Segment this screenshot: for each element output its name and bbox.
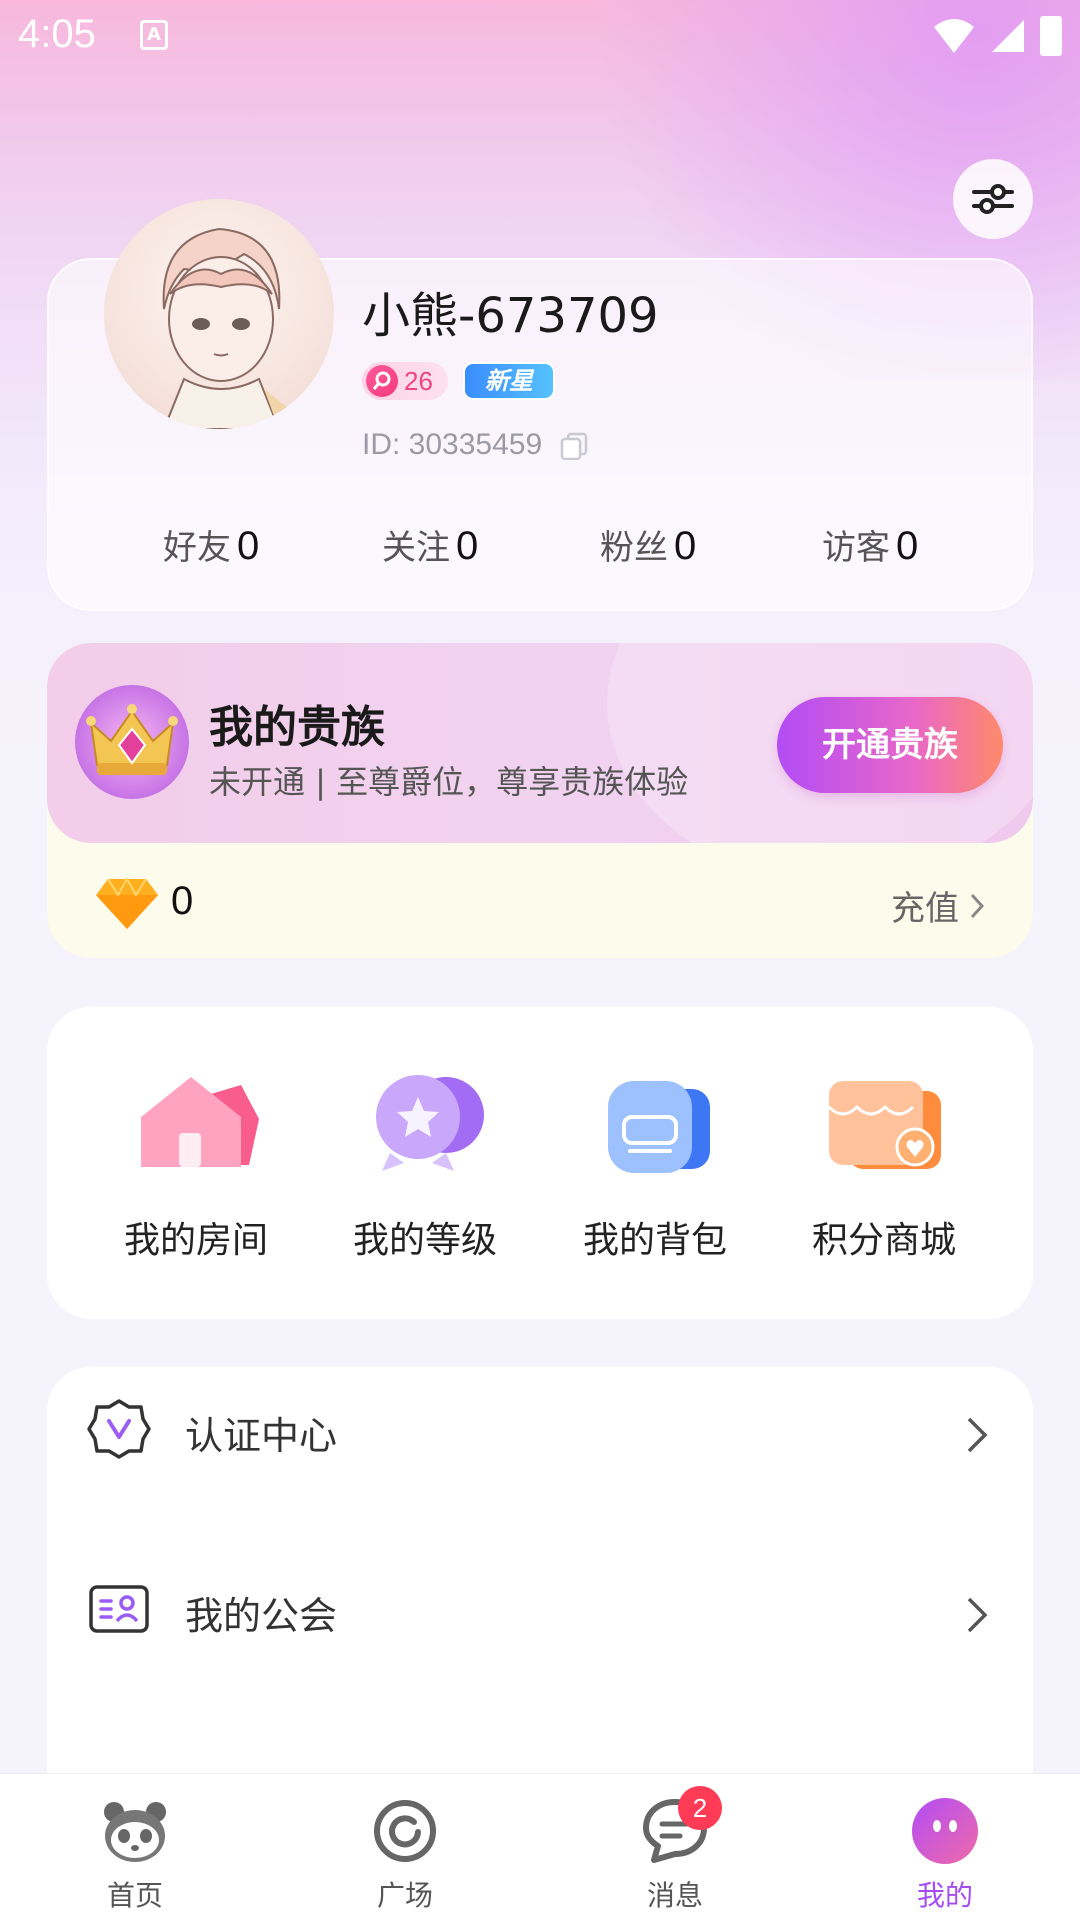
new-star-badge: 新星 — [463, 362, 555, 400]
stat-value: 0 — [237, 524, 260, 568]
tab-label: 消息 — [646, 1879, 703, 1912]
feature-label: 积分商城 — [811, 1220, 956, 1261]
signal-icon — [992, 20, 1024, 52]
wifi-icon — [934, 19, 974, 53]
status-icons — [932, 16, 1062, 56]
chevron-right-icon — [967, 1597, 988, 1633]
feature-label: 我的背包 — [582, 1220, 727, 1261]
avatar[interactable] — [104, 199, 334, 429]
battery-icon — [1040, 16, 1062, 56]
tab-home[interactable]: 首页 — [75, 1796, 195, 1914]
level-badge: 26 — [362, 362, 448, 400]
stat-label: 关注 — [382, 528, 450, 568]
noble-title: 我的贵族 — [209, 702, 385, 753]
verify-icon — [87, 1399, 151, 1459]
level-icon — [376, 1075, 484, 1171]
stat-friends[interactable]: 好友 0 — [163, 520, 259, 569]
tab-label: 广场 — [376, 1879, 433, 1912]
unread-badge: 2 — [678, 1786, 722, 1830]
message-icon: 2 — [640, 1786, 722, 1866]
tab-messages[interactable]: 2 消息 — [615, 1786, 735, 1914]
noble-subtitle: 未开通 | 至尊爵位，尊享贵族体验 — [209, 763, 689, 801]
stat-visitors[interactable]: 访客 0 — [822, 520, 918, 569]
tab-mine[interactable]: 我的 — [885, 1796, 1005, 1914]
level-search-icon — [366, 365, 398, 397]
username: 小熊-673709 — [362, 288, 659, 344]
level-number: 26 — [404, 365, 433, 396]
guild-icon — [89, 1585, 149, 1633]
panda-home-icon — [100, 1796, 170, 1866]
mine-icon — [910, 1796, 980, 1866]
stat-value: 0 — [674, 524, 697, 568]
diamond-count: 0 — [171, 879, 194, 923]
menu-label: 我的公会 — [185, 1594, 338, 1638]
feature-label: 我的房间 — [123, 1220, 268, 1261]
chevron-right-icon — [967, 1417, 988, 1453]
square-icon — [370, 1796, 440, 1866]
stats-row: 好友 0 关注 0 粉丝 0 访客 0 — [47, 520, 1033, 580]
shop-icon — [827, 1081, 941, 1169]
stat-label: 好友 — [163, 528, 231, 568]
feature-my-room[interactable]: 我的房间 — [96, 1067, 296, 1263]
stat-fans[interactable]: 粉丝 0 — [600, 520, 696, 569]
status-bar: 4:05 A — [0, 0, 1080, 72]
avatar-image — [162, 227, 314, 429]
tab-square[interactable]: 广场 — [345, 1796, 465, 1914]
feature-points-mall[interactable]: 积分商城 — [784, 1067, 984, 1263]
recharge-label: 充值 — [891, 889, 959, 929]
stat-value: 0 — [456, 524, 479, 568]
sliders-icon — [972, 184, 1014, 214]
user-id: ID: 30335459 — [362, 428, 543, 461]
notification-a-icon: A — [140, 20, 168, 50]
chevron-right-icon — [970, 893, 985, 918]
room-icon — [141, 1077, 259, 1167]
noble-banner[interactable]: 我的贵族 未开通 | 至尊爵位，尊享贵族体验 开通贵族 — [47, 643, 1033, 843]
bottom-tab-bar: 首页 广场 2 消息 我的 — [0, 1773, 1080, 1920]
crown-icon — [75, 685, 189, 799]
status-time: 4:05 — [18, 12, 96, 56]
recharge-link[interactable]: 充值 — [891, 881, 985, 930]
menu-item-verification[interactable]: 认证中心 — [47, 1367, 1033, 1487]
features-card: 我的房间 我的等级 我的背包 积分商城 — [47, 1007, 1033, 1319]
stat-following[interactable]: 关注 0 — [382, 520, 478, 569]
settings-button[interactable] — [953, 159, 1033, 239]
noble-card: 我的贵族 未开通 | 至尊爵位，尊享贵族体验 开通贵族 0 充值 — [47, 643, 1033, 958]
stat-value: 0 — [896, 524, 919, 568]
stat-label: 粉丝 — [600, 528, 668, 568]
feature-my-backpack[interactable]: 我的背包 — [555, 1067, 755, 1263]
tab-label: 首页 — [106, 1879, 163, 1912]
stat-label: 访客 — [822, 528, 890, 568]
feature-my-level[interactable]: 我的等级 — [325, 1067, 525, 1263]
copy-icon[interactable] — [560, 432, 588, 460]
feature-label: 我的等级 — [352, 1220, 497, 1261]
backpack-icon — [608, 1081, 710, 1173]
menu-item-guild[interactable]: 我的公会 — [47, 1547, 1033, 1667]
menu-label: 认证中心 — [185, 1414, 338, 1458]
open-noble-button[interactable]: 开通贵族 — [777, 697, 1003, 793]
diamond-icon — [96, 876, 158, 929]
tab-label: 我的 — [916, 1879, 973, 1912]
